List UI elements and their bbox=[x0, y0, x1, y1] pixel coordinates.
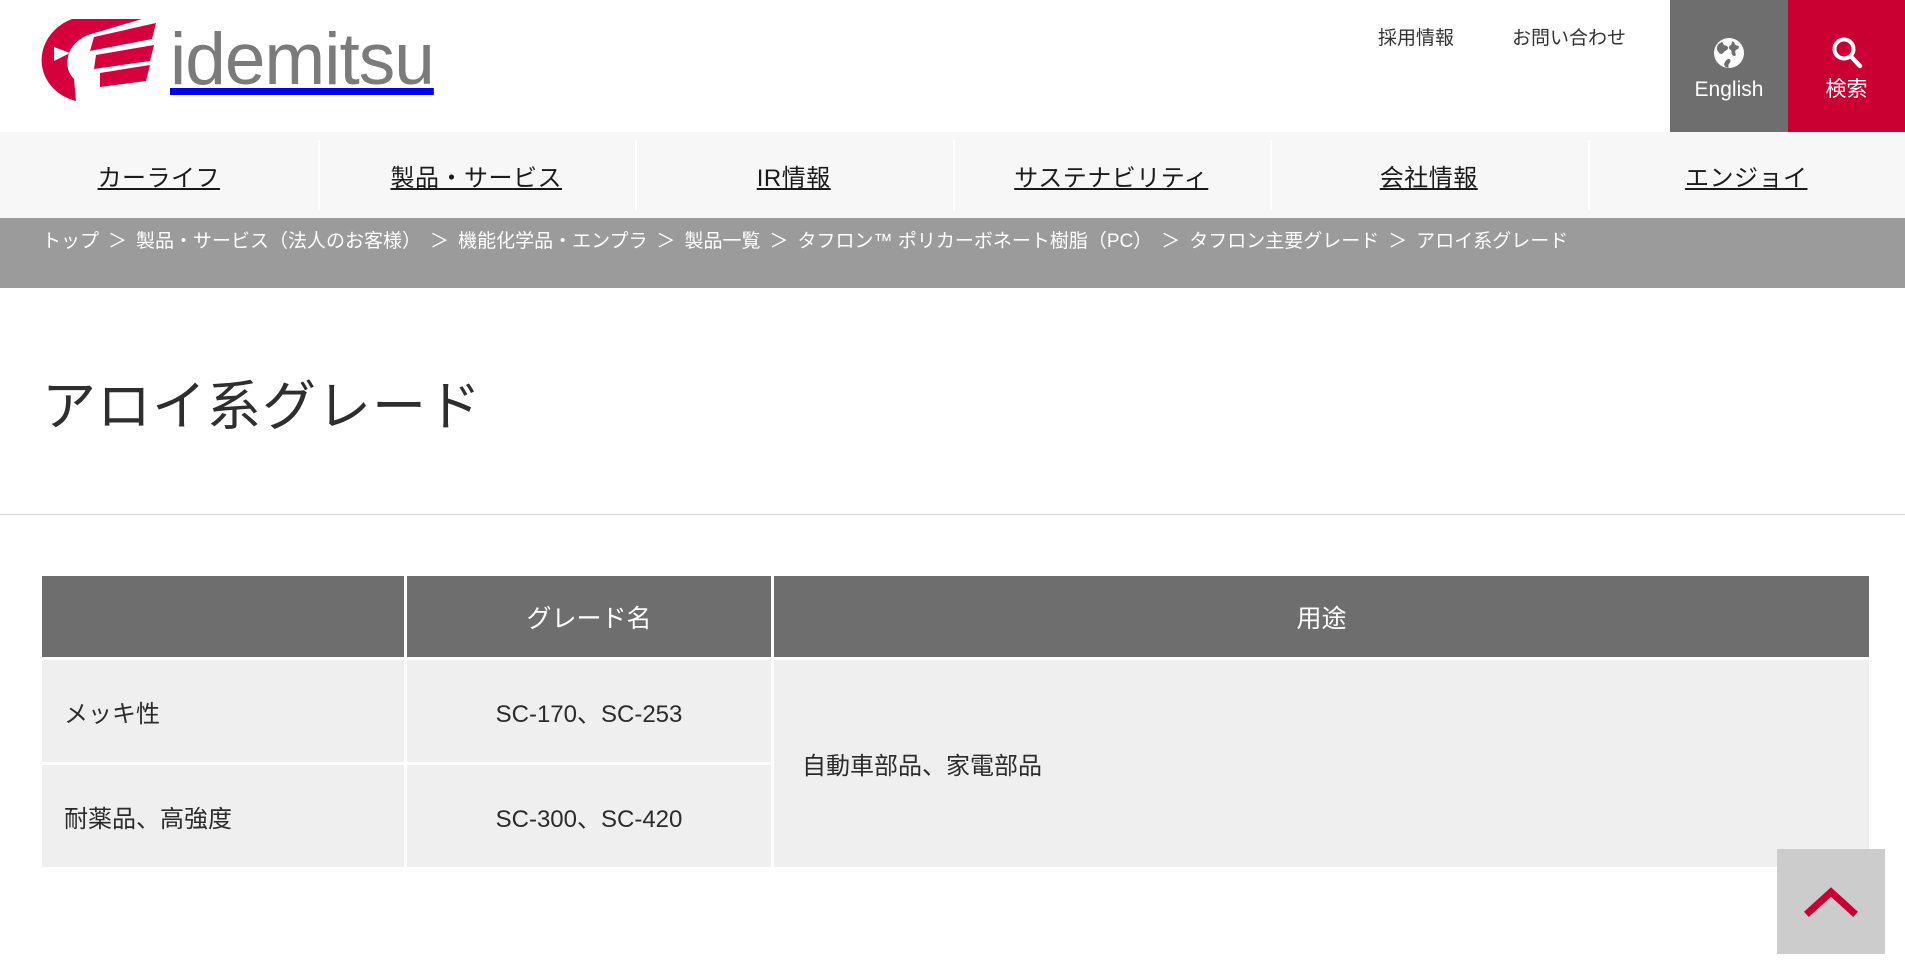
nav-item-ir[interactable]: IR情報 bbox=[635, 132, 953, 218]
breadcrumb-item-tarflon-pc[interactable]: タフロン™ ポリカーボネート樹脂（PC） bbox=[798, 231, 1153, 252]
language-switch-button[interactable]: English bbox=[1670, 0, 1788, 132]
scroll-to-top-button[interactable] bbox=[1777, 849, 1885, 954]
cell-grade: SC-300、SC-420 bbox=[407, 765, 771, 867]
nav-item-products[interactable]: 製品・サービス bbox=[317, 132, 636, 218]
nav-item-sustainability[interactable]: サステナビリティ bbox=[952, 132, 1271, 218]
header-right-cluster: 採用情報 お問い合わせ English 検索 bbox=[1378, 0, 1905, 132]
breadcrumb-separator-icon: ＞ bbox=[430, 231, 450, 252]
table-header-use: 用途 bbox=[774, 576, 1869, 657]
breadcrumb: トップ ＞ 製品・サービス（法人のお客様） ＞ 機能化学品・エンプラ ＞ 製品一覧 ＞ タフロン… bbox=[0, 218, 1905, 288]
idemitsu-flag-logo-icon bbox=[41, 18, 156, 101]
nav-item-enjoy[interactable]: エンジョイ bbox=[1587, 132, 1905, 218]
contact-link[interactable]: お問い合わせ bbox=[1512, 23, 1626, 50]
breadcrumb-separator-icon: ＞ bbox=[1161, 231, 1181, 252]
breadcrumb-separator-icon: ＞ bbox=[108, 231, 128, 252]
page-title: アロイ系グレード bbox=[42, 376, 482, 437]
page-title-area: アロイ系グレード bbox=[0, 288, 1905, 515]
chevron-up-icon bbox=[1804, 886, 1858, 917]
language-switch-label: English bbox=[1694, 77, 1764, 101]
main-navigation: カーライフ 製品・サービス IR情報 サステナビリティ 会社情報 エンジョイ bbox=[0, 132, 1905, 218]
grade-table: グレード名 用途 メッキ性 SC-170、SC-253 自動車部品、家電部品 耐… bbox=[39, 573, 1872, 870]
cell-grade: SC-170、SC-253 bbox=[407, 660, 771, 762]
site-header: idemitsu 採用情報 お問い合わせ English 検索 bbox=[0, 0, 1905, 132]
table-header-grade-name: グレード名 bbox=[407, 576, 771, 657]
breadcrumb-separator-icon: ＞ bbox=[656, 231, 676, 252]
breadcrumb-separator-icon: ＞ bbox=[769, 231, 789, 252]
table-header-category bbox=[42, 576, 404, 657]
search-button-label: 検索 bbox=[1825, 77, 1868, 101]
breadcrumb-item-current: アロイ系グレード bbox=[1416, 231, 1569, 252]
breadcrumb-item-functional-chemicals[interactable]: 機能化学品・エンプラ bbox=[458, 231, 647, 252]
nav-item-company[interactable]: 会社情報 bbox=[1270, 132, 1588, 218]
logo-wordmark: idemitsu bbox=[170, 19, 435, 100]
recruit-link[interactable]: 採用情報 bbox=[1378, 23, 1454, 50]
search-icon bbox=[1832, 37, 1862, 68]
nav-item-carlife[interactable]: カーライフ bbox=[0, 132, 318, 218]
cell-use-merged: 自動車部品、家電部品 bbox=[774, 660, 1869, 867]
breadcrumb-item-main-grades[interactable]: タフロン主要グレード bbox=[1189, 231, 1379, 252]
cell-category: 耐薬品、高強度 bbox=[42, 765, 404, 867]
cell-category: メッキ性 bbox=[42, 660, 404, 762]
site-logo[interactable]: idemitsu bbox=[34, 12, 435, 107]
table-header-row: グレード名 用途 bbox=[42, 576, 1869, 657]
globe-icon bbox=[1714, 37, 1744, 68]
breadcrumb-item-top[interactable]: トップ bbox=[42, 231, 99, 252]
breadcrumb-item-product-list[interactable]: 製品一覧 bbox=[685, 231, 761, 252]
search-button[interactable]: 検索 bbox=[1788, 0, 1905, 132]
breadcrumb-item-products[interactable]: 製品・サービス（法人のお客様） bbox=[136, 231, 421, 252]
utility-links: 採用情報 お問い合わせ bbox=[1378, 0, 1670, 72]
main-content: グレード名 用途 メッキ性 SC-170、SC-253 自動車部品、家電部品 耐… bbox=[0, 515, 1905, 954]
table-row: メッキ性 SC-170、SC-253 自動車部品、家電部品 bbox=[42, 660, 1869, 867]
breadcrumb-separator-icon: ＞ bbox=[1388, 231, 1408, 252]
